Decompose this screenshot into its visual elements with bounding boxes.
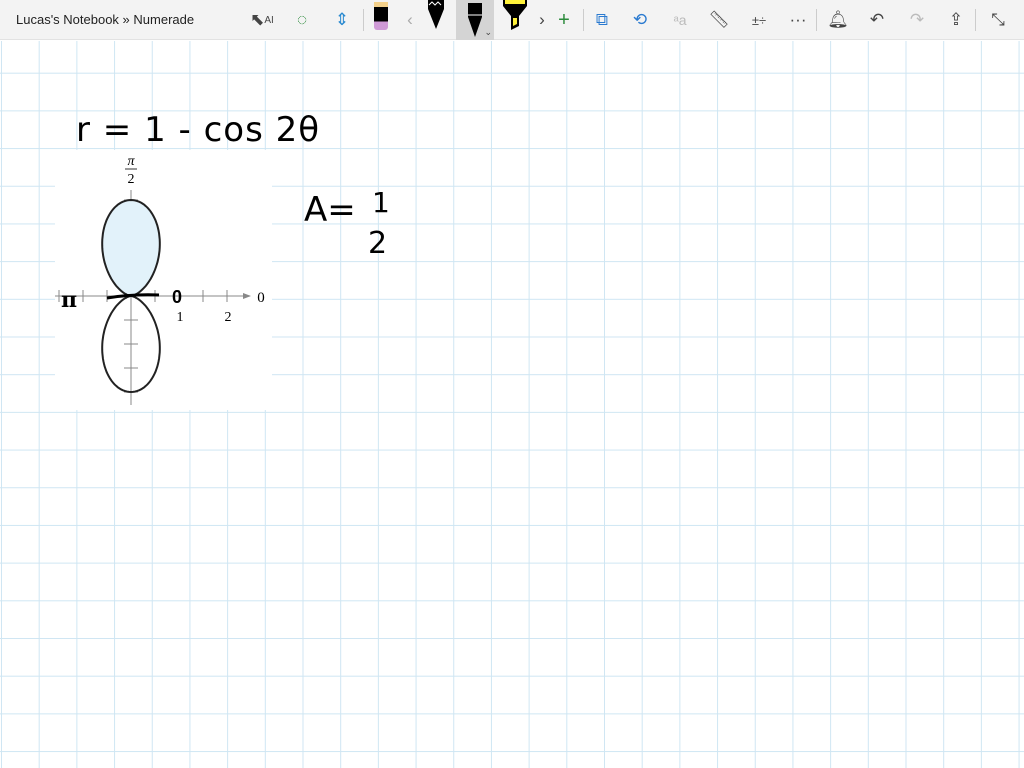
polar-graph-image: π 2 0 1 2 0 π	[34, 150, 272, 410]
lasso-select-icon[interactable]: ⬉ AI	[248, 6, 276, 34]
add-shape-icon[interactable]: ◌	[288, 6, 316, 34]
pen-button-selected[interactable]: ⌄	[456, 0, 494, 40]
pi-half-num: π	[127, 154, 135, 169]
axis-zero-label: 0	[257, 290, 265, 306]
tick-label-2: 2	[225, 310, 232, 325]
add-pen-icon[interactable]: +	[550, 6, 578, 34]
polar-graph: π 2 0 1 2 0 π	[34, 154, 265, 405]
math-icon[interactable]: ±÷	[745, 6, 773, 34]
eraser-pen-button[interactable]	[370, 0, 392, 32]
more-icon[interactable]: ···	[784, 6, 812, 34]
undo-icon[interactable]: ↶	[863, 6, 891, 34]
share-icon[interactable]: ⇪	[942, 6, 970, 34]
chevron-down-icon: ⌄	[484, 27, 492, 37]
insert-space-icon[interactable]: ⇕	[328, 6, 356, 34]
pencil-button[interactable]	[422, 0, 450, 29]
highlighter-button[interactable]	[500, 0, 530, 30]
handwritten-pi: π	[61, 287, 77, 313]
tick-label-1: 1	[177, 310, 184, 325]
handwritten-area-num: 1	[372, 186, 390, 219]
notification-bell-icon[interactable]: 🔔︎	[824, 6, 852, 34]
exit-fullscreen-icon[interactable]: ⤡	[984, 6, 1012, 34]
shape-recognition-icon[interactable]: ⧉	[588, 6, 616, 34]
handwritten-area-den: 2	[368, 226, 388, 261]
chevron-left-icon[interactable]: ‹	[396, 6, 424, 34]
handwritten-equation: r = 1 - cos 2θ	[76, 110, 321, 150]
toolbar: Lucas's Notebook » Numerade ⬉ AI ◌ ⇕ ‹ ⌄ …	[0, 0, 1024, 40]
ink-to-text-icon[interactable]: ᵃa	[666, 6, 694, 34]
upper-petal-shaded	[101, 198, 161, 297]
ruler-icon[interactable]: 📏︎	[705, 6, 733, 34]
redo-icon[interactable]: ↷	[903, 6, 931, 34]
handwritten-area-lhs: A=	[304, 190, 356, 230]
window-title: Lucas's Notebook » Numerade	[16, 12, 195, 27]
ink-to-shape-icon[interactable]: ⟲	[626, 6, 654, 34]
handwritten-zero: 0	[172, 287, 182, 307]
pi-half-den: 2	[128, 172, 135, 187]
